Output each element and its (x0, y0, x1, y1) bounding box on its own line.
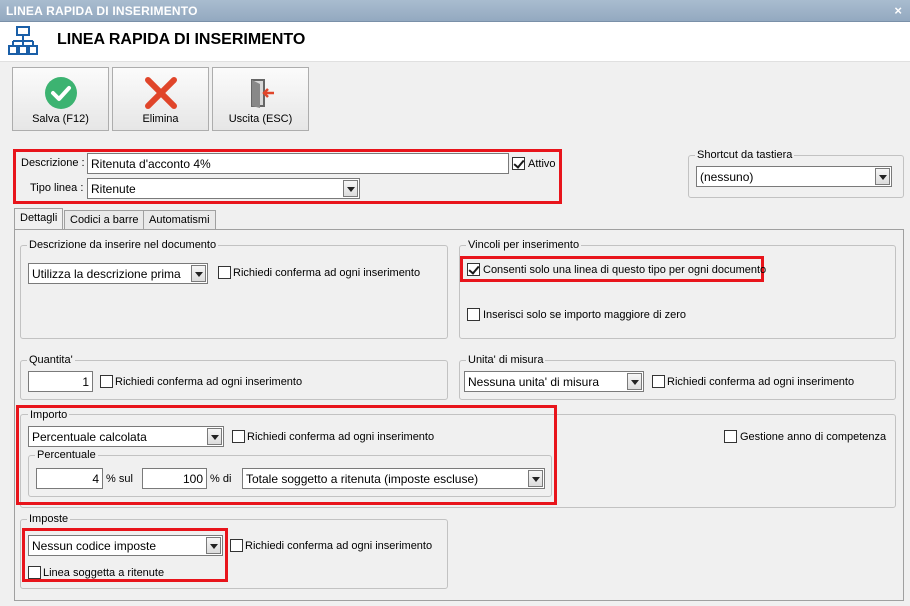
save-button[interactable]: Salva (F12) (12, 67, 109, 131)
anno-competenza-label: Gestione anno di competenza (740, 431, 887, 443)
chevron-down-icon[interactable] (528, 470, 543, 487)
unita-confirm-label: Richiedi conferma ad ogni inserimento (667, 376, 855, 388)
importo-confirm-label: Richiedi conferma ad ogni inserimento (247, 431, 435, 443)
shortcut-value: (nessuno) (700, 170, 754, 184)
exit-button[interactable]: Uscita (ESC) (212, 67, 309, 131)
tipo-linea-label: Tipo linea : (30, 182, 84, 194)
delete-button[interactable]: Elimina (112, 67, 209, 131)
unita-confirm-checkbox[interactable] (652, 375, 665, 388)
check-circle-icon (45, 77, 77, 109)
unita-select[interactable]: Nessuna unita' di misura (464, 371, 644, 392)
imposte-title: Imposte (27, 513, 71, 525)
unita-value: Nessuna unita' di misura (468, 375, 600, 389)
chevron-down-icon[interactable] (207, 428, 222, 445)
shortcut-select[interactable]: (nessuno) (696, 166, 892, 187)
anno-competenza-checkbox[interactable] (724, 430, 737, 443)
quantita-confirm-label: Richiedi conferma ad ogni inserimento (115, 376, 303, 388)
quantita-confirm-checkbox[interactable] (100, 375, 113, 388)
descrizione-doc-select[interactable]: Utilizza la descrizione prima (28, 263, 208, 284)
close-icon[interactable]: × (894, 3, 902, 18)
percentuale-base-select[interactable]: Totale soggetto a ritenuta (imposte escl… (242, 468, 545, 489)
tab-automatismi[interactable]: Automatismi (143, 210, 216, 230)
chevron-down-icon[interactable] (206, 537, 221, 554)
quantita-input[interactable]: 1 (28, 371, 93, 392)
imposte-confirm-checkbox[interactable] (230, 539, 243, 552)
attivo-label: Attivo (528, 158, 556, 170)
percentuale-base-input[interactable]: 100 (142, 468, 207, 489)
chevron-down-icon[interactable] (191, 265, 206, 282)
one-line-label: Consenti solo una linea di questo tipo p… (483, 264, 767, 276)
descrizione-doc-confirm-label: Richiedi conferma ad ogni inserimento (233, 267, 421, 279)
vincoli-title: Vincoli per inserimento (466, 239, 582, 251)
title-bar: LINEA RAPIDA DI INSERIMENTO × (0, 0, 910, 22)
chevron-down-icon[interactable] (875, 168, 890, 185)
descrizione-label: Descrizione : (21, 157, 85, 169)
one-line-checkbox[interactable] (467, 263, 480, 276)
importo-title: Importo (28, 409, 70, 421)
save-label: Salva (F12) (32, 113, 89, 125)
positive-checkbox[interactable] (467, 308, 480, 321)
window-title: LINEA RAPIDA DI INSERIMENTO (6, 4, 198, 18)
tab-dettagli[interactable]: Dettagli (14, 208, 64, 230)
tipo-linea-select[interactable]: Ritenute (87, 178, 360, 199)
importo-select[interactable]: Percentuale calcolata (28, 426, 224, 447)
unita-title: Unita' di misura (466, 354, 546, 366)
ritenute-checkbox[interactable] (28, 566, 41, 579)
page-header: LINEA RAPIDA DI INSERIMENTO (0, 22, 910, 62)
attivo-checkbox[interactable] (512, 157, 525, 170)
percentuale-base-value: Totale soggetto a ritenuta (imposte escl… (246, 472, 479, 486)
positive-label: Inserisci solo se importo maggiore di ze… (483, 309, 686, 321)
imposte-confirm-label: Richiedi conferma ad ogni inserimento (245, 540, 433, 552)
importo-confirm-checkbox[interactable] (232, 430, 245, 443)
page-title: LINEA RAPIDA DI INSERIMENTO (57, 31, 306, 48)
ritenute-label: Linea soggetta a ritenute (43, 567, 165, 579)
network-tree-icon (8, 26, 38, 59)
exit-label: Uscita (ESC) (228, 113, 293, 125)
delete-label: Elimina (142, 113, 179, 125)
quantita-title: Quantita' (27, 354, 75, 366)
percent-di-label: % di (210, 473, 232, 485)
percent-sul-label: % sul (106, 473, 133, 485)
shortcut-title: Shortcut da tastiera (695, 149, 795, 161)
percentuale-title: Percentuale (35, 449, 98, 461)
descrizione-doc-group: Descrizione da inserire nel documento (20, 239, 448, 339)
tipo-linea-value: Ritenute (91, 182, 136, 196)
imposte-value: Nessun codice imposte (32, 539, 157, 553)
descrizione-input[interactable]: Ritenuta d'acconto 4% (87, 153, 509, 174)
descrizione-doc-value: Utilizza la descrizione prima (32, 267, 181, 281)
delete-x-icon (145, 77, 177, 109)
chevron-down-icon[interactable] (343, 180, 358, 197)
descrizione-doc-title: Descrizione da inserire nel documento (27, 239, 219, 251)
tab-codici-a-barre[interactable]: Codici a barre (64, 210, 145, 230)
descrizione-doc-confirm-checkbox[interactable] (218, 266, 231, 279)
importo-value: Percentuale calcolata (32, 430, 147, 444)
exit-door-icon (251, 79, 274, 108)
percentuale-input[interactable]: 4 (36, 468, 103, 489)
chevron-down-icon[interactable] (627, 373, 642, 390)
imposte-select[interactable]: Nessun codice imposte (28, 535, 223, 556)
